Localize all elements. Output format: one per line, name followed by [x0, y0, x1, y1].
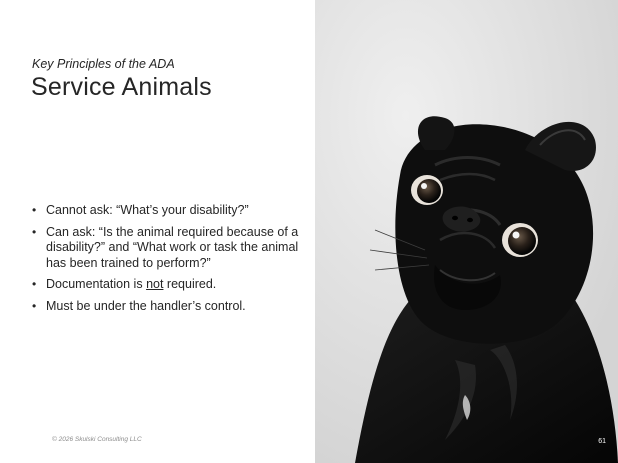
slide: Key Principles of the ADA Service Animal… — [0, 0, 618, 463]
bullet-text: Can ask: “Is the animal required because… — [46, 224, 299, 270]
bullet-icon: • — [32, 277, 37, 291]
bullet-icon: • — [32, 203, 37, 217]
bullet-list: • Cannot ask: “What’s your disability?” … — [32, 203, 317, 320]
bullet-text: required. — [163, 277, 217, 291]
bullet-text: Documentation is — [46, 277, 147, 291]
slide-title: Service Animals — [31, 73, 212, 101]
bullet-item: • Must be under the handler’s control. — [32, 299, 317, 315]
pug-illustration — [315, 0, 618, 463]
slide-subtitle: Key Principles of the ADA — [32, 57, 175, 71]
bullet-item: • Documentation is not required. — [32, 277, 317, 293]
bullet-item: • Can ask: “Is the animal required becau… — [32, 225, 317, 272]
page-number: 61 — [598, 438, 606, 445]
bullet-icon: • — [32, 298, 37, 313]
pug-photo: 61 — [315, 0, 618, 463]
bullet-item: • Cannot ask: “What’s your disability?” — [32, 203, 317, 219]
bullet-text: Must be under the handler’s control. — [46, 298, 246, 313]
text-panel: Key Principles of the ADA Service Animal… — [0, 0, 315, 463]
bullet-text-emphasis: not — [146, 277, 164, 291]
bullet-text: Cannot ask: “What’s your disability?” — [46, 203, 249, 217]
bullet-icon: • — [32, 224, 37, 239]
copyright-footer: © 2026 Skulski Consulting LLC — [52, 436, 142, 443]
